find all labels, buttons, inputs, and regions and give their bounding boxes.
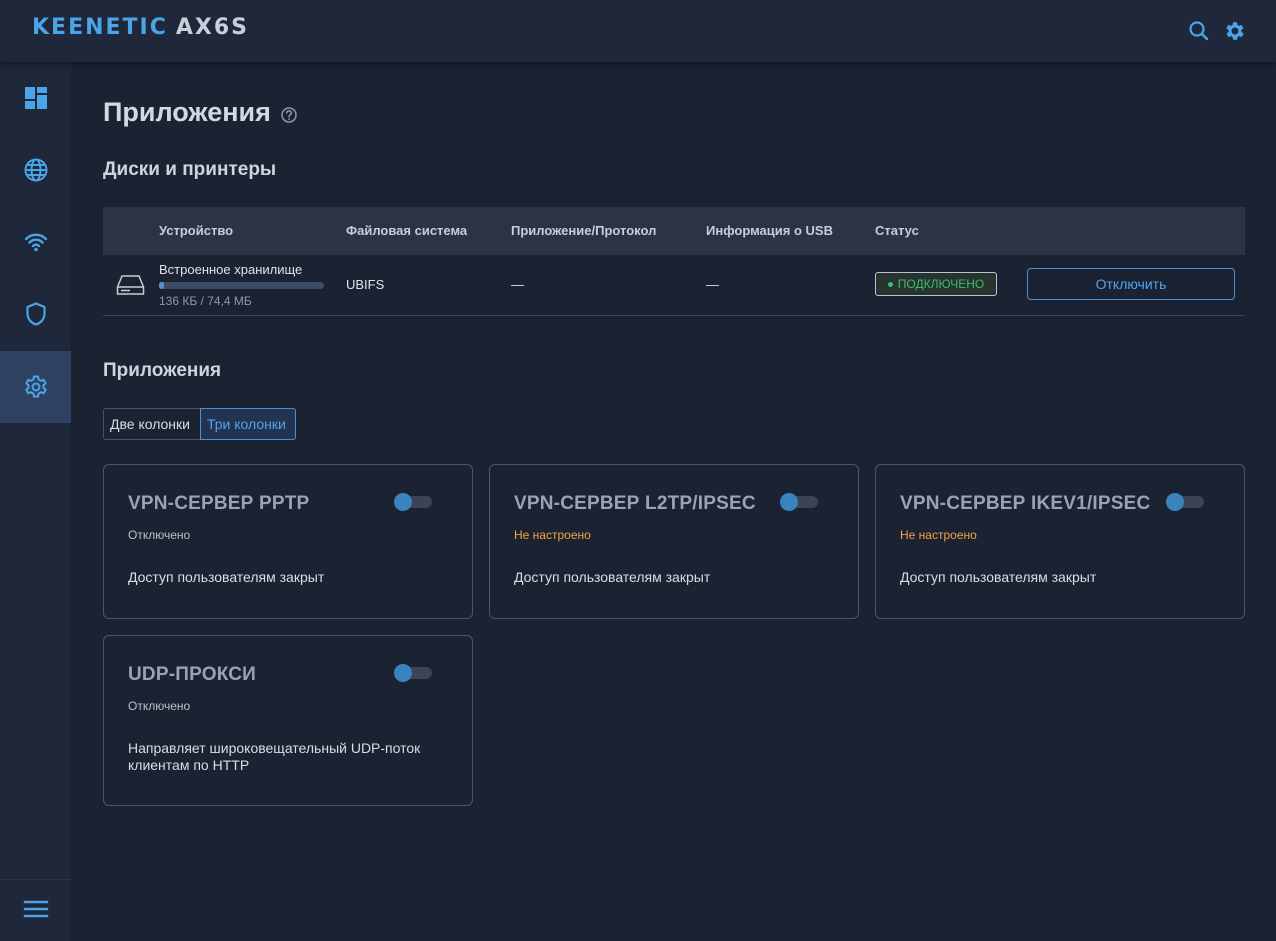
app-toggle-pptp[interactable]	[394, 493, 434, 511]
filesystem-value: UBIFS	[346, 277, 385, 292]
globe-icon	[24, 158, 47, 182]
app-card-status: Не настроено	[900, 528, 977, 542]
table-row[interactable]: Встроенное хранилище 136 КБ / 74,4 МБ UB…	[103, 255, 1245, 316]
apps-section-title: Приложения	[103, 360, 222, 381]
page-title: Приложения	[103, 97, 271, 127]
model-name: AX6S	[175, 15, 250, 40]
app-card-description: Доступ пользователям закрыт	[514, 569, 711, 585]
app-card-status: Не настроено	[514, 528, 591, 542]
help-circle-icon[interactable]	[280, 106, 298, 124]
app-card-l2tp: VPN-СЕРВЕР L2TP/IPSEC Не настроено Досту…	[489, 464, 859, 619]
disconnect-button[interactable]: Отключить	[1027, 268, 1235, 300]
disks-table: Устройство Файловая система Приложение/П…	[103, 207, 1245, 316]
sidebar-item-internet[interactable]	[0, 134, 71, 206]
disks-section-title: Диски и принтеры	[103, 159, 277, 180]
layout-switch: Две колонки Три колонки	[103, 408, 296, 440]
gear-icon	[24, 375, 47, 398]
wifi-icon	[24, 233, 47, 252]
toggle-knob	[394, 664, 412, 682]
hard-drive-icon	[116, 275, 145, 295]
device-name: Встроенное хранилище	[159, 262, 303, 277]
protocol-value: —	[511, 277, 524, 292]
storage-usage-bar	[159, 282, 324, 289]
storage-usage-text: 136 КБ / 74,4 МБ	[159, 294, 252, 308]
column-header-device: Устройство	[159, 223, 234, 238]
status-text: ПОДКЛЮЧЕНО	[897, 277, 985, 291]
brand-logo[interactable]: KEENETIC AX6S	[32, 15, 249, 40]
app-card-status: Отключено	[128, 699, 191, 713]
menu-toggle-button[interactable]	[0, 876, 71, 941]
table-header: Устройство Файловая система Приложение/П…	[103, 207, 1245, 255]
column-header-status: Статус	[875, 223, 919, 238]
usb-info-value: —	[706, 277, 719, 292]
storage-usage-fill	[159, 282, 164, 289]
app-toggle-l2tp[interactable]	[780, 493, 820, 511]
toggle-knob	[394, 493, 412, 511]
sidebar-item-dashboard[interactable]	[0, 62, 71, 134]
app-card-udp-proxy: UDP-ПРОКСИ Отключено Направляет широкове…	[103, 635, 473, 806]
top-bar: KEENETIC AX6S	[0, 0, 1276, 62]
app-card-pptp: VPN-СЕРВЕР PPTP Отключено Доступ пользов…	[103, 464, 473, 619]
app-card-title: VPN-СЕРВЕР IKEV1/IPSEC	[900, 493, 1151, 514]
search-icon[interactable]	[1187, 19, 1211, 43]
app-toggle-udp-proxy[interactable]	[394, 664, 434, 682]
app-card-description: Доступ пользователям закрыт	[900, 569, 1097, 585]
layout-three-columns-button[interactable]: Три колонки	[200, 408, 296, 440]
dashboard-icon	[24, 87, 47, 109]
hamburger-menu-icon	[23, 900, 48, 918]
app-card-ikev1: VPN-СЕРВЕР IKEV1/IPSEC Не настроено Дост…	[875, 464, 1245, 619]
app-card-title: VPN-СЕРВЕР PPTP	[128, 493, 310, 514]
column-header-filesystem: Файловая система	[346, 223, 468, 238]
sidebar-item-wifi[interactable]	[0, 206, 71, 278]
sidebar-item-security[interactable]	[0, 278, 71, 350]
column-header-usb-info: Информация о USB	[706, 223, 833, 238]
column-header-protocol: Приложение/Протокол	[511, 223, 657, 238]
toggle-knob	[1166, 493, 1184, 511]
app-toggle-ikev1[interactable]	[1166, 493, 1206, 511]
status-badge: ПОДКЛЮЧЕНО	[875, 272, 997, 296]
status-dot-icon	[887, 281, 893, 287]
app-card-description: Доступ пользователям закрыт	[128, 569, 325, 585]
layout-two-columns-button[interactable]: Две колонки	[103, 408, 200, 440]
toggle-knob	[780, 493, 798, 511]
brand-name: KEENETIC	[32, 15, 168, 40]
app-card-title: UDP-ПРОКСИ	[128, 664, 257, 685]
shield-icon	[25, 302, 46, 326]
gear-icon[interactable]	[1223, 19, 1247, 43]
app-card-description: Направляет широковещательный UDP-поток к…	[128, 740, 421, 773]
sidebar-item-management[interactable]	[0, 351, 71, 423]
sidebar	[0, 62, 71, 941]
app-card-status: Отключено	[128, 528, 191, 542]
app-card-title: VPN-СЕРВЕР L2TP/IPSEC	[514, 493, 756, 514]
